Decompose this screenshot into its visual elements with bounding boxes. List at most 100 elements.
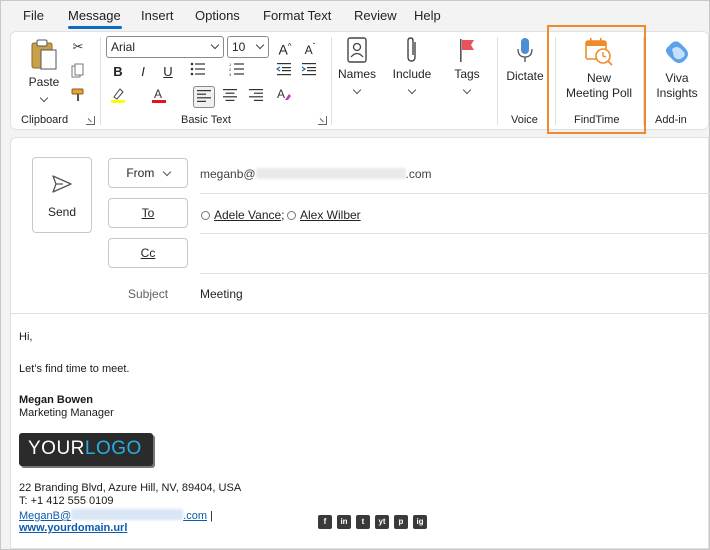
send-icon bbox=[52, 175, 72, 193]
align-left-button[interactable] bbox=[193, 86, 215, 108]
chevron-down-icon bbox=[210, 40, 220, 50]
menu-format-text[interactable]: Format Text bbox=[263, 8, 331, 23]
viva-insights-button[interactable]: Viva Insights bbox=[649, 36, 705, 101]
menu-help[interactable]: Help bbox=[414, 8, 441, 23]
compose-pane: Send From meganb@ .com To Adele Vance; Al… bbox=[10, 137, 710, 549]
menu-review[interactable]: Review bbox=[354, 8, 397, 23]
send-button[interactable]: Send bbox=[32, 157, 92, 233]
italic-button[interactable]: I bbox=[132, 61, 154, 83]
grow-font-icon[interactable]: A^ bbox=[274, 36, 296, 58]
email-prefix: MeganB@ bbox=[19, 510, 72, 522]
addin-group-label: Add-in bbox=[655, 114, 687, 126]
address-book-icon bbox=[347, 37, 367, 63]
align-center-icon[interactable] bbox=[219, 86, 241, 108]
align-right-icon[interactable] bbox=[245, 86, 267, 108]
menu-file[interactable]: File bbox=[23, 8, 44, 23]
recipient-alex-wilber[interactable]: Alex Wilber bbox=[287, 208, 361, 222]
to-divider bbox=[200, 233, 710, 234]
pinterest-icon[interactable]: p bbox=[394, 515, 408, 529]
underline-button[interactable]: U bbox=[157, 61, 179, 83]
font-size-select[interactable]: 10 bbox=[227, 36, 269, 58]
dictate-button[interactable]: Dictate bbox=[502, 36, 548, 84]
from-address-suffix: .com bbox=[405, 167, 432, 181]
shrink-font-icon[interactable]: Aˇ bbox=[299, 36, 321, 58]
clear-formatting-icon[interactable]: A bbox=[273, 86, 295, 108]
findtime-highlight-outline bbox=[547, 25, 646, 134]
chevron-down-icon bbox=[407, 85, 417, 95]
clipboard-launcher-icon[interactable] bbox=[86, 116, 95, 125]
instagram-icon[interactable]: ig bbox=[413, 515, 427, 529]
from-divider bbox=[200, 193, 710, 194]
decrease-indent-icon[interactable] bbox=[273, 61, 295, 83]
outlook-compose-window: File Message Insert Options Format Text … bbox=[0, 0, 710, 550]
logo-text-part1: YOUR bbox=[28, 438, 85, 459]
signature-name: Megan Bowen bbox=[19, 394, 93, 406]
linkedin-icon[interactable]: in bbox=[337, 515, 351, 529]
facebook-icon[interactable]: f bbox=[318, 515, 332, 529]
signature-address: 22 Branding Blvd, Azure Hill, NV, 89404,… bbox=[19, 482, 242, 494]
paste-label: Paste bbox=[28, 75, 60, 89]
chevron-down-icon bbox=[255, 40, 265, 50]
group-separator bbox=[331, 37, 332, 125]
copy-icon[interactable] bbox=[69, 63, 87, 81]
to-label: To bbox=[141, 206, 155, 220]
menu-insert[interactable]: Insert bbox=[141, 8, 174, 23]
cc-label: Cc bbox=[140, 246, 156, 260]
basic-text-launcher-icon[interactable] bbox=[318, 116, 327, 125]
cc-button[interactable]: Cc bbox=[108, 238, 188, 268]
recipient-name: Adele Vance bbox=[214, 208, 282, 222]
redacted-domain bbox=[71, 509, 184, 520]
basic-text-group-label: Basic Text bbox=[181, 114, 231, 126]
subject-input[interactable]: Meeting bbox=[200, 287, 243, 301]
include-label: Include bbox=[392, 67, 432, 81]
chevron-down-icon bbox=[162, 167, 171, 177]
tags-button[interactable]: Tags bbox=[447, 36, 487, 96]
from-button[interactable]: From bbox=[108, 158, 188, 188]
recipient-adele-vance[interactable]: Adele Vance; bbox=[201, 208, 285, 222]
email-suffix: .com bbox=[183, 510, 207, 522]
bold-button[interactable]: B bbox=[107, 61, 129, 83]
numbering-icon[interactable]: 123 bbox=[226, 61, 248, 83]
signature-phone: T: +1 412 555 0109 bbox=[19, 495, 114, 507]
dictate-label: Dictate bbox=[506, 69, 544, 83]
signature-email-link[interactable]: MeganB@ .com bbox=[19, 509, 207, 522]
viva-insights-label-line2: Insights bbox=[656, 86, 698, 100]
presence-icon bbox=[287, 211, 296, 220]
cut-icon[interactable]: ✂ bbox=[69, 38, 87, 56]
clipboard-group-label: Clipboard bbox=[21, 114, 69, 126]
paste-icon bbox=[31, 39, 57, 70]
bullets-icon[interactable] bbox=[187, 61, 209, 83]
to-button[interactable]: To bbox=[108, 198, 188, 228]
menu-options[interactable]: Options bbox=[195, 8, 240, 23]
names-button[interactable]: Names bbox=[337, 36, 377, 96]
logo-text-part2: LOGO bbox=[84, 438, 142, 459]
signature-email-line: MeganB@ .com | bbox=[19, 509, 213, 522]
redacted-domain bbox=[255, 168, 406, 179]
highlight-icon[interactable] bbox=[107, 86, 129, 108]
body-divider bbox=[11, 313, 710, 314]
paste-button[interactable]: Paste bbox=[19, 38, 69, 104]
font-name-select[interactable]: Arial bbox=[106, 36, 224, 58]
greeting-text: Hi, bbox=[19, 331, 33, 343]
font-color-icon[interactable]: A bbox=[148, 86, 170, 108]
viva-insights-icon bbox=[666, 41, 688, 63]
chevron-down-icon bbox=[462, 85, 472, 95]
include-button[interactable]: Include bbox=[389, 36, 435, 96]
voice-group-label: Voice bbox=[511, 114, 538, 126]
presence-icon bbox=[201, 211, 210, 220]
from-label: From bbox=[126, 166, 155, 180]
twitter-icon[interactable]: t bbox=[356, 515, 370, 529]
menu-message[interactable]: Message bbox=[68, 8, 121, 23]
youtube-icon[interactable]: yt bbox=[375, 515, 389, 529]
from-address: meganb@ .com bbox=[200, 167, 432, 181]
chevron-down-icon bbox=[352, 85, 362, 95]
svg-text:A: A bbox=[154, 87, 162, 101]
paperclip-icon bbox=[407, 37, 416, 62]
signature-website-link[interactable]: www.yourdomain.url bbox=[19, 522, 127, 534]
microphone-icon bbox=[517, 38, 533, 62]
flag-icon bbox=[460, 39, 474, 62]
increase-indent-icon[interactable] bbox=[298, 61, 320, 83]
svg-text:A: A bbox=[277, 87, 285, 101]
format-painter-icon[interactable] bbox=[69, 87, 87, 105]
svg-text:3: 3 bbox=[229, 72, 232, 76]
